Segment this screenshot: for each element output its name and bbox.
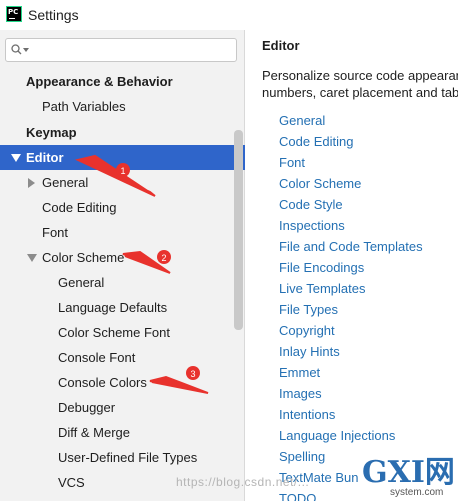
tree-item-label: Language Defaults <box>58 300 168 315</box>
tree-item-appearance-behavior[interactable]: Appearance & Behavior <box>0 69 245 94</box>
tree-item-general[interactable]: General <box>0 170 245 195</box>
tree-item-label: General <box>58 275 105 290</box>
window-title: Settings <box>28 7 79 23</box>
editor-settings-panel: Editor Personalize source code appearanc… <box>246 30 458 501</box>
app-icon-label: PC <box>8 8 19 16</box>
link-file-encodings[interactable]: File Encodings <box>279 260 364 275</box>
tree-item-label: Keymap <box>26 125 77 140</box>
link-inlay-hints[interactable]: Inlay Hints <box>279 344 340 359</box>
tree-item-color-scheme-general[interactable]: General <box>0 270 245 295</box>
page-title: Editor <box>262 38 300 53</box>
link-emmet[interactable]: Emmet <box>279 365 320 380</box>
tree-item-diff-merge[interactable]: Diff & Merge <box>0 420 245 445</box>
tree-item-language-defaults[interactable]: Language Defaults <box>0 295 245 320</box>
tree-item-label: Debugger <box>58 400 116 415</box>
logo-text: GXI网 <box>362 455 455 490</box>
tree-item-label: Path Variables <box>42 99 126 114</box>
tree-item-label: VCS <box>58 475 85 490</box>
search-input[interactable] <box>30 42 230 58</box>
tree-item-label: General <box>42 175 89 190</box>
settings-tree-panel: Appearance & Behavior Path Variables Key… <box>0 30 245 501</box>
link-intentions[interactable]: Intentions <box>279 407 335 422</box>
tree-item-console-colors[interactable]: Console Colors <box>0 370 245 395</box>
tree-item-keymap[interactable]: Keymap <box>0 120 245 145</box>
page-description: Personalize source code appearanc number… <box>262 67 458 101</box>
tree-item-label: Color Scheme Font <box>58 325 170 340</box>
link-copyright[interactable]: Copyright <box>279 323 335 338</box>
tree-item-label: Color Scheme <box>42 250 125 265</box>
link-general[interactable]: General <box>279 113 325 128</box>
link-live-templates[interactable]: Live Templates <box>279 281 365 296</box>
tree-item-label: Code Editing <box>42 200 117 215</box>
collapsed-arrow-icon[interactable] <box>28 178 35 188</box>
tree-item-user-defined-file-types[interactable]: User-Defined File Types <box>0 445 245 470</box>
tree-item-font[interactable]: Font <box>0 220 245 245</box>
title-bar: PC Settings <box>0 0 458 30</box>
tree-item-color-scheme-font[interactable]: Color Scheme Font <box>0 320 245 345</box>
search-options-chevron-icon[interactable] <box>23 48 29 52</box>
site-logo: GXI网 system.com <box>360 455 458 501</box>
search-box[interactable] <box>5 38 237 62</box>
watermark-url: https://blog.csdn.net/... <box>176 475 310 489</box>
link-images[interactable]: Images <box>279 386 322 401</box>
description-line: Personalize source code appearanc <box>262 68 458 83</box>
link-color-scheme[interactable]: Color Scheme <box>279 176 361 191</box>
link-file-and-code-templates[interactable]: File and Code Templates <box>279 239 423 254</box>
tree-item-console-font[interactable]: Console Font <box>0 345 245 370</box>
tree-item-path-variables[interactable]: Path Variables <box>0 94 245 119</box>
link-font[interactable]: Font <box>279 155 305 170</box>
tree-item-label: Diff & Merge <box>58 425 131 440</box>
tree-item-label: Appearance & Behavior <box>26 74 173 89</box>
expanded-arrow-icon[interactable] <box>11 154 21 162</box>
search-icon[interactable] <box>11 44 22 55</box>
logo-subtext: system.com <box>390 487 444 498</box>
link-language-injections[interactable]: Language Injections <box>279 428 395 443</box>
link-inspections[interactable]: Inspections <box>279 218 345 233</box>
description-line: numbers, caret placement and tab <box>262 85 458 100</box>
tree-item-label: Editor <box>26 150 64 165</box>
link-file-types[interactable]: File Types <box>279 302 338 317</box>
expanded-arrow-icon[interactable] <box>27 254 37 262</box>
pycharm-app-icon: PC <box>6 6 22 22</box>
link-spelling[interactable]: Spelling <box>279 449 325 464</box>
tree-item-code-editing[interactable]: Code Editing <box>0 195 245 220</box>
tree-item-label: Console Colors <box>58 375 147 390</box>
tree-item-editor[interactable]: Editor <box>0 145 245 170</box>
tree-scrollbar[interactable] <box>234 130 243 330</box>
tree-item-color-scheme[interactable]: Color Scheme <box>0 245 245 270</box>
link-code-style[interactable]: Code Style <box>279 197 343 212</box>
tree-item-debugger[interactable]: Debugger <box>0 395 245 420</box>
tree-item-label: User-Defined File Types <box>58 450 198 465</box>
link-code-editing[interactable]: Code Editing <box>279 134 353 149</box>
link-todo[interactable]: TODO <box>279 491 316 501</box>
tree-item-label: Font <box>42 225 69 240</box>
tree-item-label: Console Font <box>58 350 136 365</box>
